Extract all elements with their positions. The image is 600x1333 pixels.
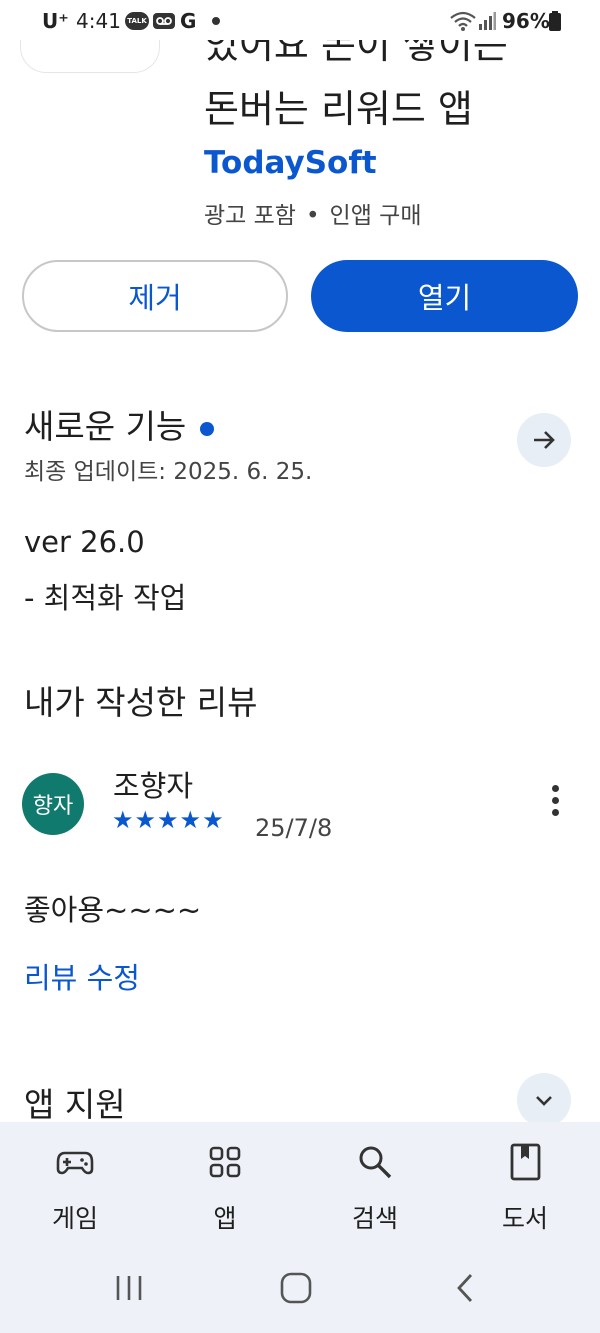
battery-icon <box>549 11 561 31</box>
nav-books[interactable]: 도서 <box>450 1122 600 1260</box>
apps-grid-icon <box>209 1146 241 1178</box>
review-text: 좋아용~~~~ <box>24 893 202 927</box>
last-updated-text: 최종 업데이트: 2025. 6. 25. <box>24 459 313 485</box>
version-text: ver 26.0 <box>24 525 145 559</box>
nav-apps[interactable]: 앱 <box>150 1122 300 1260</box>
release-note-text: - 최적화 작업 <box>24 581 187 615</box>
app-title-line-2: 돈버는 리워드 앱 <box>204 87 473 131</box>
nav-books-label: 도서 <box>501 1204 548 1233</box>
more-options-icon[interactable] <box>543 785 567 825</box>
arrow-right-icon <box>534 431 555 449</box>
more-notifications-dot <box>212 17 220 25</box>
nav-search[interactable]: 검색 <box>300 1122 450 1260</box>
bottom-navigation: 게임 앱 검색 도서 <box>0 1122 600 1260</box>
nav-games[interactable]: 게임 <box>0 1122 150 1260</box>
edit-review-link[interactable]: 리뷰 수정 <box>24 955 140 997</box>
talk-notification-icon: TALK <box>125 12 149 30</box>
home-icon[interactable] <box>280 1272 312 1304</box>
nav-search-label: 검색 <box>351 1204 398 1233</box>
app-support-expand-button[interactable] <box>517 1073 571 1127</box>
star-rating: ★★★★★ <box>112 806 225 834</box>
status-time: 4:41 <box>76 9 121 33</box>
system-navigation-bar <box>0 1260 600 1333</box>
back-icon[interactable] <box>454 1272 476 1304</box>
search-icon <box>359 1146 392 1179</box>
uninstall-button[interactable]: 제거 <box>22 260 288 332</box>
recent-apps-icon[interactable] <box>114 1274 144 1302</box>
chevron-down-icon <box>536 1096 552 1106</box>
gamepad-icon <box>56 1151 94 1175</box>
book-icon <box>510 1143 541 1181</box>
nav-games-label: 게임 <box>51 1204 98 1233</box>
contains-ads-label: 광고 포함 <box>204 203 296 229</box>
whats-new-title: 새로운 기능 <box>24 407 187 446</box>
nav-apps-label: 앱 <box>213 1204 237 1233</box>
whats-new-heading: 새로운 기능 <box>24 400 215 448</box>
open-button[interactable]: 열기 <box>311 260 578 332</box>
reviewer-name: 조향자 <box>113 769 194 803</box>
review-date: 25/7/8 <box>255 814 333 842</box>
app-meta: 광고 포함 • 인앱 구매 <box>204 196 421 230</box>
status-bar: U⁺ 4:41 TALK G 96% <box>0 0 600 40</box>
meta-separator: • <box>305 203 320 229</box>
new-indicator-dot <box>200 421 215 436</box>
app-support-heading[interactable]: 앱 지원 <box>24 1078 126 1126</box>
voicemail-icon <box>153 13 175 29</box>
avatar: 향자 <box>22 773 84 835</box>
signal-icon <box>479 12 496 30</box>
whats-new-arrow-button[interactable] <box>517 413 571 467</box>
my-review-heading: 내가 작성한 리뷰 <box>24 683 258 722</box>
in-app-purchase-label: 인앱 구매 <box>329 203 422 229</box>
developer-link[interactable]: TodaySoft <box>204 145 377 181</box>
battery-percent: 96% <box>502 9 550 33</box>
wifi-icon <box>450 11 476 31</box>
carrier-label: U⁺ <box>42 9 69 33</box>
google-notification-icon: G <box>180 9 197 33</box>
